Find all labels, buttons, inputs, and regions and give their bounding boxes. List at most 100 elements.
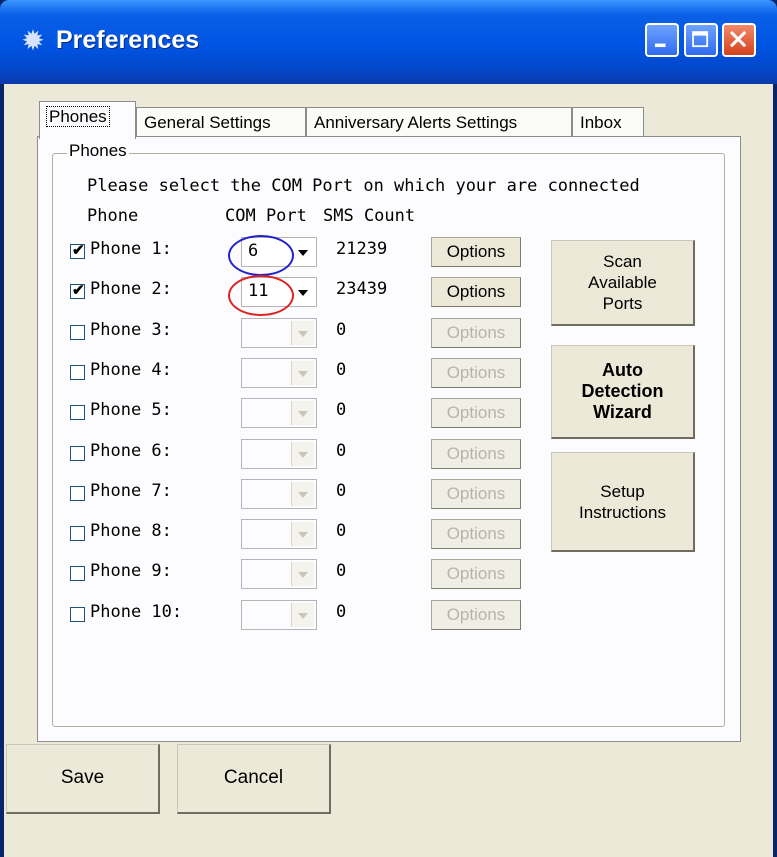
checkmark-icon: ✔ xyxy=(72,242,85,259)
tab-label: General Settings xyxy=(144,113,271,132)
tab-label: Phones xyxy=(46,106,110,127)
phone-row: Phone 9: 0 Options xyxy=(53,557,713,590)
phones-groupbox: Phones Please select the COM Port on whi… xyxy=(52,141,725,727)
chevron-down-icon[interactable] xyxy=(291,522,314,547)
sms-count: 0 xyxy=(336,319,347,340)
phone-label: Phone 2: xyxy=(90,279,172,300)
close-icon xyxy=(730,31,746,47)
phone-enable-checkbox[interactable] xyxy=(70,324,85,340)
sms-count: 0 xyxy=(336,521,347,542)
chevron-down-icon[interactable] xyxy=(292,240,314,264)
phone-enable-checkbox[interactable] xyxy=(70,364,85,380)
phone-enable-checkbox[interactable] xyxy=(70,445,85,461)
window-title: Preferences xyxy=(56,26,200,54)
minimize-button[interactable] xyxy=(645,23,679,57)
sms-count: 0 xyxy=(336,480,347,501)
chevron-down-icon[interactable] xyxy=(291,360,314,385)
phone-enable-checkbox[interactable] xyxy=(70,526,85,542)
com-port-select[interactable]: 11 xyxy=(241,277,317,308)
phone-row: Phone 10: 0 Options xyxy=(53,598,713,630)
phone-label: Phone 4: xyxy=(90,359,172,380)
phone-options-button[interactable]: Options xyxy=(431,599,521,630)
phones-tab-panel: Phones Please select the COM Port on whi… xyxy=(37,136,741,742)
chevron-down-icon[interactable] xyxy=(291,401,314,426)
setup-instructions-button[interactable]: Setup Instructions xyxy=(551,452,695,552)
phone-options-button[interactable]: Options xyxy=(431,438,521,469)
chevron-down-icon[interactable] xyxy=(291,602,314,627)
phone-options-button[interactable]: Options xyxy=(431,237,521,267)
com-port-select[interactable]: 6 xyxy=(241,237,317,267)
phone-options-button[interactable]: Options xyxy=(431,559,521,590)
phone-options-button[interactable]: Options xyxy=(431,519,521,550)
phone-label: Phone 9: xyxy=(90,561,172,582)
phone-enable-checkbox[interactable]: ✔ xyxy=(70,242,85,259)
group-title: Phones xyxy=(67,141,129,161)
chevron-down-icon[interactable] xyxy=(291,562,314,587)
phone-label: Phone 1: xyxy=(90,239,172,259)
phone-options-button[interactable]: Options xyxy=(431,357,521,388)
phone-label: Phone 7: xyxy=(90,480,172,501)
chevron-down-icon[interactable] xyxy=(291,320,314,345)
sms-count: 0 xyxy=(336,561,347,582)
sms-count: 0 xyxy=(336,359,347,380)
com-port-select[interactable] xyxy=(241,478,317,509)
tab-inbox[interactable]: Inbox xyxy=(572,107,644,137)
sms-count: 23439 xyxy=(336,279,388,300)
instruction-text: Please select the COM Port on which your… xyxy=(87,176,640,196)
sms-count: 0 xyxy=(336,601,347,622)
sms-count: 21239 xyxy=(336,239,388,259)
sms-count: 0 xyxy=(336,440,347,461)
header-phone: Phone xyxy=(87,206,139,226)
tab-general-settings[interactable]: General Settings xyxy=(136,107,306,137)
phone-options-button[interactable]: Options xyxy=(431,478,521,509)
phone-label: Phone 3: xyxy=(90,319,172,340)
checkmark-icon: ✔ xyxy=(72,282,85,300)
minimize-icon xyxy=(654,43,666,48)
preferences-window: ✹ Preferences Phones General Settings An… xyxy=(0,0,777,857)
com-port-select[interactable] xyxy=(241,519,317,550)
tab-phones[interactable]: Phones xyxy=(39,101,136,139)
phone-enable-checkbox[interactable] xyxy=(70,405,85,421)
header-com-port: COM Port xyxy=(225,206,307,226)
tab-label: Anniversary Alerts Settings xyxy=(314,113,518,132)
phone-options-button[interactable]: Options xyxy=(431,317,521,348)
cancel-button[interactable]: Cancel xyxy=(177,744,331,814)
title-bar[interactable]: ✹ Preferences xyxy=(0,0,777,84)
auto-detection-wizard-button[interactable]: Auto Detection Wizard xyxy=(551,345,695,439)
com-port-value: 6 xyxy=(248,241,259,261)
header-sms-count: SMS Count xyxy=(323,206,416,226)
maximize-icon xyxy=(692,31,709,48)
close-button[interactable] xyxy=(722,23,756,57)
phone-label: Phone 5: xyxy=(90,400,172,421)
chevron-down-icon[interactable] xyxy=(291,441,314,466)
dialog-client-area: Phones General Settings Anniversary Aler… xyxy=(4,84,773,857)
com-port-select[interactable] xyxy=(241,317,317,348)
com-port-select[interactable] xyxy=(241,599,317,630)
scan-available-ports-button[interactable]: Scan Available Ports xyxy=(551,240,695,326)
scan-button-label: Scan Available Ports xyxy=(588,252,657,313)
phone-enable-checkbox[interactable] xyxy=(70,606,85,622)
maximize-button[interactable] xyxy=(684,23,718,57)
phone-label: Phone 10: xyxy=(90,601,183,622)
gear-icon: ✹ xyxy=(21,25,45,56)
com-port-select[interactable] xyxy=(241,559,317,590)
com-port-select[interactable] xyxy=(241,398,317,429)
phone-enable-checkbox[interactable]: ✔ xyxy=(70,282,85,300)
phone-enable-checkbox[interactable] xyxy=(70,566,85,582)
tab-label: Inbox xyxy=(580,113,622,132)
chevron-down-icon[interactable] xyxy=(292,280,314,305)
phone-label: Phone 6: xyxy=(90,440,172,461)
com-port-select[interactable] xyxy=(241,438,317,469)
phone-enable-checkbox[interactable] xyxy=(70,485,85,501)
setup-button-label: Setup Instructions xyxy=(579,481,666,522)
sms-count: 0 xyxy=(336,400,347,421)
save-button[interactable]: Save xyxy=(6,744,160,814)
phone-options-button[interactable]: Options xyxy=(431,398,521,429)
chevron-down-icon[interactable] xyxy=(291,481,314,506)
wizard-button-label: Auto Detection Wizard xyxy=(581,360,664,422)
phone-label: Phone 8: xyxy=(90,521,172,542)
com-port-select[interactable] xyxy=(241,357,317,388)
phone-options-button[interactable]: Options xyxy=(431,277,521,308)
tab-anniversary-alerts-settings[interactable]: Anniversary Alerts Settings xyxy=(306,107,572,137)
com-port-value: 11 xyxy=(248,281,269,302)
